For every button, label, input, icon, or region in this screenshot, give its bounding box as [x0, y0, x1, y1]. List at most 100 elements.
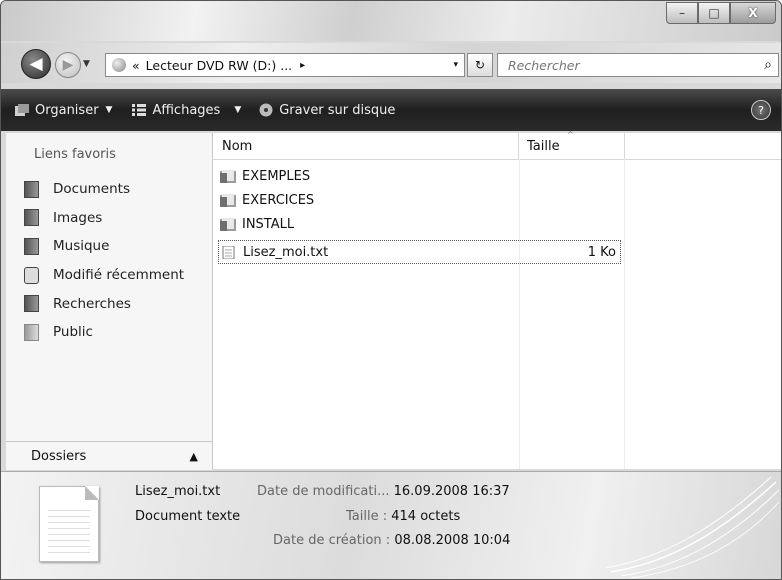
- search-icon[interactable]: ⌕: [764, 57, 772, 73]
- organize-icon: [15, 104, 29, 116]
- views-label: Affichages: [152, 102, 221, 118]
- folder-icon: [220, 217, 236, 231]
- size-value: 414 octets: [391, 509, 461, 524]
- back-arrow-icon: ◀: [29, 54, 43, 74]
- title-bar[interactable]: – □ X: [1, 1, 781, 41]
- decorative-swoosh: [605, 476, 780, 579]
- views-icon: [132, 104, 147, 116]
- burn-disc-button[interactable]: Graver sur disque: [259, 103, 395, 118]
- help-button[interactable]: ?: [751, 100, 771, 120]
- table-row[interactable]: INSTALL: [220, 213, 619, 235]
- sidebar-item-searches[interactable]: Recherches: [24, 289, 184, 318]
- modified-label: Date de modificati...: [257, 484, 390, 499]
- images-icon: [24, 209, 39, 227]
- sidebar-item-documents[interactable]: Documents: [24, 175, 184, 204]
- organize-label: Organiser: [35, 102, 99, 118]
- created-label: Date de création :: [273, 533, 391, 548]
- table-row[interactable]: EXEMPLES: [220, 165, 619, 187]
- command-toolbar: Organiser ▼ Affichages ▼ Graver sur disq…: [1, 89, 781, 131]
- favorites-header: Liens favoris: [34, 147, 116, 162]
- recent-pages-dropdown[interactable]: ▼: [83, 59, 90, 69]
- page-fold: [85, 486, 99, 500]
- column-divider: [624, 159, 625, 469]
- file-name: INSTALL: [242, 216, 295, 232]
- refresh-button[interactable]: ↻: [467, 53, 493, 77]
- favorites-list: Documents Images Musique Modifié récemme…: [24, 175, 184, 347]
- sidebar-item-images[interactable]: Images: [24, 204, 184, 233]
- size-info: Taille : 414 octets: [346, 509, 460, 524]
- chevron-up-icon: ▲: [189, 449, 198, 463]
- documents-icon: [24, 180, 39, 198]
- chevron-down-icon: ▼: [234, 105, 242, 115]
- file-list: Nom Taille ^ EXEMPLES EXERCICES INSTALL L…: [213, 130, 781, 469]
- minimize-icon: –: [679, 6, 685, 20]
- created-date: Date de création : 08.08.2008 10:04: [273, 533, 510, 548]
- sidebar-item-label: Modifié récemment: [53, 267, 185, 284]
- document-thumbnail-icon: [39, 486, 99, 562]
- details-pane: Lisez_moi.txt Document texte Date de mod…: [1, 471, 781, 579]
- burn-disc-label: Graver sur disque: [279, 102, 396, 118]
- modified-value: 16.09.2008 16:37: [393, 484, 510, 499]
- folder-icon: [220, 169, 236, 183]
- sidebar-item-public[interactable]: Public: [24, 318, 184, 347]
- organize-menu[interactable]: Organiser ▼: [15, 103, 112, 118]
- details-filetype: Document texte: [135, 509, 241, 524]
- sidebar-item-label: Documents: [53, 181, 130, 198]
- file-name: Lisez_moi.txt: [243, 244, 329, 260]
- column-header-size[interactable]: Taille ^: [519, 130, 625, 159]
- table-row[interactable]: EXERCICES: [220, 189, 619, 211]
- column-name-label: Nom: [222, 138, 253, 154]
- explorer-window: – □ X ◀ ▶ ▼ « Lecteur DVD RW (D:) ... ▸ …: [0, 0, 782, 580]
- close-button[interactable]: X: [730, 2, 776, 24]
- music-icon: [24, 237, 39, 255]
- folders-label: Dossiers: [31, 448, 87, 464]
- sidebar-item-label: Musique: [53, 238, 110, 255]
- column-headers: Nom Taille ^: [213, 130, 781, 160]
- address-row: ◀ ▶ ▼ « Lecteur DVD RW (D:) ... ▸ ▾ ↻ ⌕: [1, 43, 781, 83]
- recent-icon: [24, 266, 39, 284]
- file-name: EXERCICES: [242, 192, 315, 208]
- maximize-icon: □: [708, 6, 720, 20]
- chevron-down-icon: ▼: [105, 105, 113, 115]
- sidebar-item-label: Public: [53, 324, 93, 341]
- sort-ascending-icon: ^: [567, 130, 574, 139]
- created-value: 08.08.2008 10:04: [394, 533, 511, 548]
- maximize-button[interactable]: □: [698, 2, 730, 24]
- close-icon: X: [748, 6, 758, 20]
- minimize-button[interactable]: –: [666, 2, 698, 24]
- sidebar-item-recent[interactable]: Modifié récemment: [24, 261, 184, 290]
- public-folder-icon: [24, 323, 39, 341]
- folders-toggle[interactable]: Dossiers ▲: [6, 441, 212, 470]
- column-size-label: Taille: [527, 138, 560, 154]
- forward-button[interactable]: ▶: [55, 52, 81, 78]
- help-icon: ?: [758, 103, 764, 117]
- details-filename: Lisez_moi.txt: [135, 484, 221, 499]
- file-size: 1 Ko: [587, 244, 616, 260]
- page-lines: [48, 505, 90, 553]
- views-menu[interactable]: Affichages ▼: [132, 103, 241, 118]
- modified-date: Date de modificati... 16.09.2008 16:37: [257, 484, 510, 499]
- disc-icon: [259, 103, 273, 117]
- file-name: EXEMPLES: [242, 168, 311, 184]
- address-dropdown-icon[interactable]: ▾: [453, 60, 458, 70]
- window-controls: – □ X: [666, 2, 776, 24]
- folder-icon: [220, 193, 236, 207]
- size-label: Taille :: [346, 509, 388, 524]
- forward-arrow-icon: ▶: [62, 57, 74, 73]
- address-path[interactable]: Lecteur DVD RW (D:) ...: [146, 58, 292, 73]
- back-button[interactable]: ◀: [21, 49, 51, 79]
- refresh-icon: ↻: [474, 58, 486, 72]
- search-input[interactable]: [506, 56, 765, 74]
- text-file-icon: [222, 245, 235, 259]
- sidebar-item-music[interactable]: Musique: [24, 232, 184, 261]
- address-separator-icon[interactable]: ▸: [300, 60, 305, 71]
- navigation-pane: Liens favoris Documents Images Musique M…: [6, 133, 213, 469]
- address-bar[interactable]: « Lecteur DVD RW (D:) ... ▸ ▾: [105, 53, 465, 77]
- drive-icon: [112, 58, 126, 72]
- table-row-selected[interactable]: Lisez_moi.txt 1 Ko: [218, 240, 621, 264]
- searches-icon: [24, 295, 39, 313]
- column-header-name[interactable]: Nom: [213, 133, 519, 159]
- search-box[interactable]: ⌕: [497, 53, 779, 77]
- address-prefix: «: [132, 57, 140, 73]
- sidebar-item-label: Recherches: [53, 295, 131, 312]
